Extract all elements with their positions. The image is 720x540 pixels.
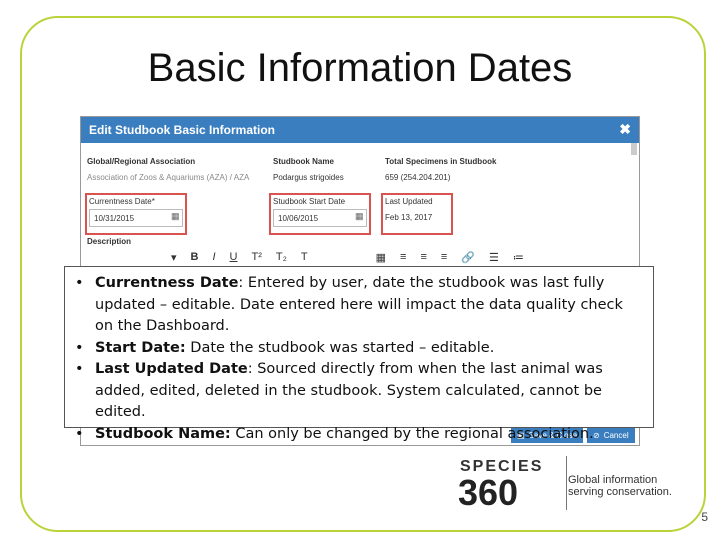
underline-icon[interactable]: U (230, 251, 238, 264)
notes-callout: Currentness Date: Entered by user, date … (64, 266, 654, 445)
association-value: Association of Zoos & Aquariums (AZA) / … (87, 173, 250, 182)
align-right-icon[interactable]: ≡ (441, 251, 447, 264)
last-updated-label: Last Updated (385, 197, 433, 206)
logo-360: 360 (458, 472, 519, 513)
calendar-icon[interactable]: ▦ (355, 211, 364, 222)
note-term: Currentness Date (95, 275, 239, 291)
note-term: Last Updated Date (95, 361, 248, 377)
dialog-title: Edit Studbook Basic Information (89, 123, 276, 137)
currentness-date-value: 10/31/2015 (94, 214, 135, 223)
currentness-label: Currentness Date* (89, 197, 155, 206)
table-icon[interactable]: ▦ (376, 251, 386, 264)
studbook-name-label: Studbook Name (273, 157, 334, 166)
species360-logo: SPECIES 360 Global information serving c… (456, 456, 686, 516)
superscript-icon[interactable]: T² (252, 251, 262, 264)
total-specimens-value: 659 (254.204.201) (385, 173, 451, 182)
note-term: Studbook Name: (95, 425, 231, 442)
align-center-icon[interactable]: ≡ (420, 251, 426, 264)
note-item: Start Date: Date the studbook was starte… (75, 338, 645, 360)
text-color-icon[interactable]: T (301, 251, 308, 264)
dialog-header: Edit Studbook Basic Information ✖ (81, 117, 639, 143)
logo-tagline-1: Global information (568, 474, 658, 486)
close-icon[interactable]: ✖ (619, 121, 631, 138)
start-date-value: 10/06/2015 (278, 214, 319, 223)
list-icon[interactable]: ☰ (489, 251, 499, 264)
note-text: Can only be changed by the regional asso… (230, 425, 594, 442)
calendar-icon[interactable]: ▦ (171, 211, 180, 222)
last-updated-value: Feb 13, 2017 (385, 213, 433, 222)
bold-icon[interactable]: B (191, 251, 199, 264)
scrollbar[interactable] (631, 143, 637, 155)
bullets-icon[interactable]: ≔ (513, 251, 524, 264)
page-number: 5 (701, 510, 708, 524)
slide-title: Basic Information Dates (147, 46, 573, 90)
total-specimens-label: Total Specimens in Studbook (385, 157, 497, 166)
studbook-name-value: Podargus strigoides (273, 173, 344, 182)
start-date-input[interactable]: 10/06/2015 (273, 209, 367, 227)
toolbar-gap (322, 251, 362, 264)
note-text: Date the studbook was started – editable… (185, 339, 495, 356)
description-label: Description (87, 237, 132, 246)
currentness-date-input[interactable]: 10/31/2015 (89, 209, 183, 227)
link-icon[interactable]: 🔗 (461, 251, 475, 264)
logo-divider (566, 456, 567, 510)
dropdown-icon[interactable]: ▾ (171, 251, 177, 264)
note-item: Last Updated Date: Sourced directly from… (75, 359, 645, 424)
italic-icon[interactable]: I (212, 251, 215, 264)
slide: Basic Information Dates Edit Studbook Ba… (0, 0, 720, 540)
subscript-icon[interactable]: T₂ (276, 251, 287, 264)
start-date-label: Studbook Start Date (273, 197, 346, 206)
note-item: Currentness Date: Entered by user, date … (75, 273, 645, 338)
logo-tagline-2: serving conservation. (568, 486, 672, 498)
align-left-icon[interactable]: ≡ (400, 251, 406, 264)
note-term: Start Date: (95, 339, 186, 356)
editor-toolbar: ▾ B I U T² T₂ T ▦ ≡ ≡ ≡ 🔗 ☰ ≔ (171, 251, 524, 264)
note-item: Studbook Name: Can only be changed by th… (75, 424, 645, 446)
association-label: Global/Regional Association (87, 157, 196, 166)
